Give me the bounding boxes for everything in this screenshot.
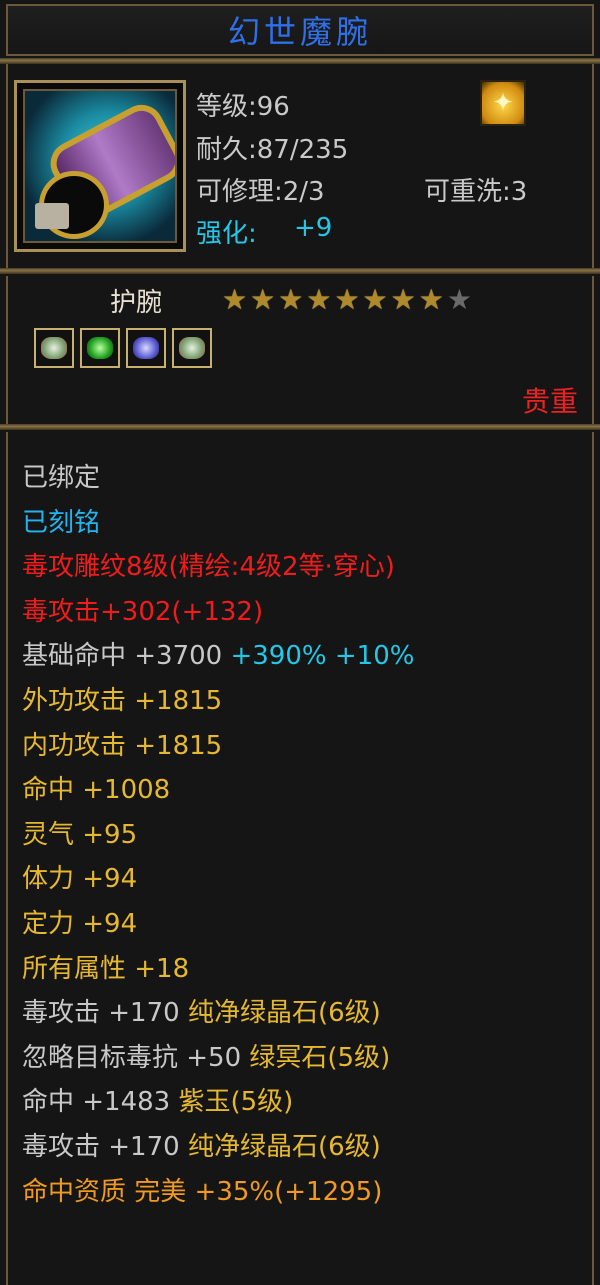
- base-hit-bonus: +390% +10%: [230, 641, 415, 672]
- gem-name: 紫玉(5级): [178, 1087, 294, 1118]
- gem-line: 毒攻击 +170 纯净绿晶石(6级): [22, 1125, 414, 1170]
- inner-attack-line: 内功攻击 +1815: [22, 730, 223, 761]
- star-filled-icon: ★: [222, 283, 248, 316]
- enhance-label: 强化:: [196, 219, 257, 249]
- star-filled-icon: ★: [334, 283, 360, 316]
- bound-status: 已绑定: [22, 463, 101, 493]
- rarity-label: 贵重: [521, 385, 578, 418]
- durability-text: 耐久:87/235: [196, 135, 349, 165]
- star-filled-icon: ★: [390, 283, 416, 316]
- gem-slots: [34, 328, 212, 368]
- stamina-line: 体力 +94: [22, 864, 138, 895]
- item-tooltip: 幻世魔腕 等级:96 耐久:87/235 可修理:2/3 可重洗:3 强化: +…: [0, 0, 600, 1285]
- class-emblem-icon: ✦: [480, 80, 526, 126]
- outer-attack-line: 外功攻击 +1815: [22, 685, 223, 716]
- hit-line: 命中 +1008: [22, 775, 171, 806]
- gem-name: 绿冥石(5级): [249, 1042, 391, 1073]
- base-hit-value: 基础命中 +3700: [22, 641, 223, 672]
- gem-name: 纯净绿晶石(6级): [187, 998, 381, 1029]
- poison-attack-line: 毒攻击+302(+132): [22, 596, 264, 627]
- item-icon-frame: [14, 80, 186, 252]
- gem-line: 命中 +1483 紫玉(5级): [22, 1080, 414, 1125]
- gem-stat: 毒攻击 +170: [22, 1131, 180, 1162]
- attribute-list: 已绑定 已刻铭 毒攻雕纹8级(精绘:4级2等·穿心) 毒攻击+302(+132)…: [22, 456, 414, 1214]
- gem-stat: 命中 +1483: [22, 1087, 171, 1118]
- quality-line: 命中资质 完美 +35%(+1295): [22, 1176, 383, 1207]
- gem-stat: 忽略目标毒抗 +50: [22, 1042, 242, 1073]
- star-filled-icon: ★: [418, 283, 444, 316]
- base-hit-line: 基础命中 +3700 +390% +10%: [22, 634, 414, 679]
- focus-line: 定力 +94: [22, 908, 138, 939]
- item-type: 护腕: [110, 288, 163, 318]
- white-gem-icon: [172, 328, 212, 368]
- green-gem-icon: [80, 328, 120, 368]
- star-empty-icon: ★: [446, 283, 472, 316]
- repair-text: 可修理:2/3: [196, 177, 325, 207]
- star-filled-icon: ★: [362, 283, 388, 316]
- white-gem-icon: [34, 328, 74, 368]
- bound-lock-icon: [35, 203, 69, 229]
- star-filled-icon: ★: [250, 283, 276, 316]
- star-rating: ★ ★ ★ ★ ★ ★ ★ ★ ★: [222, 284, 472, 316]
- gem-stat: 毒攻击 +170: [22, 998, 180, 1029]
- level-text: 等级:96: [196, 92, 290, 122]
- item-name: 幻世魔腕: [227, 13, 372, 51]
- gem-name: 纯净绿晶石(6级): [187, 1131, 381, 1162]
- enhance-value: +9: [294, 213, 333, 243]
- carving-line: 毒攻雕纹8级(精绘:4级2等·穿心): [22, 552, 395, 583]
- purple-gem-icon: [126, 328, 166, 368]
- star-filled-icon: ★: [306, 283, 332, 316]
- all-attributes-line: 所有属性 +18: [22, 953, 190, 984]
- title-bar: 幻世魔腕: [6, 4, 594, 56]
- bracer-icon: [23, 89, 177, 243]
- spirit-line: 灵气 +95: [22, 819, 138, 850]
- engraved-status: 已刻铭: [22, 507, 101, 538]
- gem-line: 毒攻击 +170 纯净绿晶石(6级): [22, 991, 414, 1036]
- divider: [0, 424, 600, 430]
- star-filled-icon: ★: [278, 283, 304, 316]
- divider: [0, 268, 600, 274]
- rewash-text: 可重洗:3: [424, 177, 528, 207]
- gem-line: 忽略目标毒抗 +50 绿冥石(5级): [22, 1036, 414, 1081]
